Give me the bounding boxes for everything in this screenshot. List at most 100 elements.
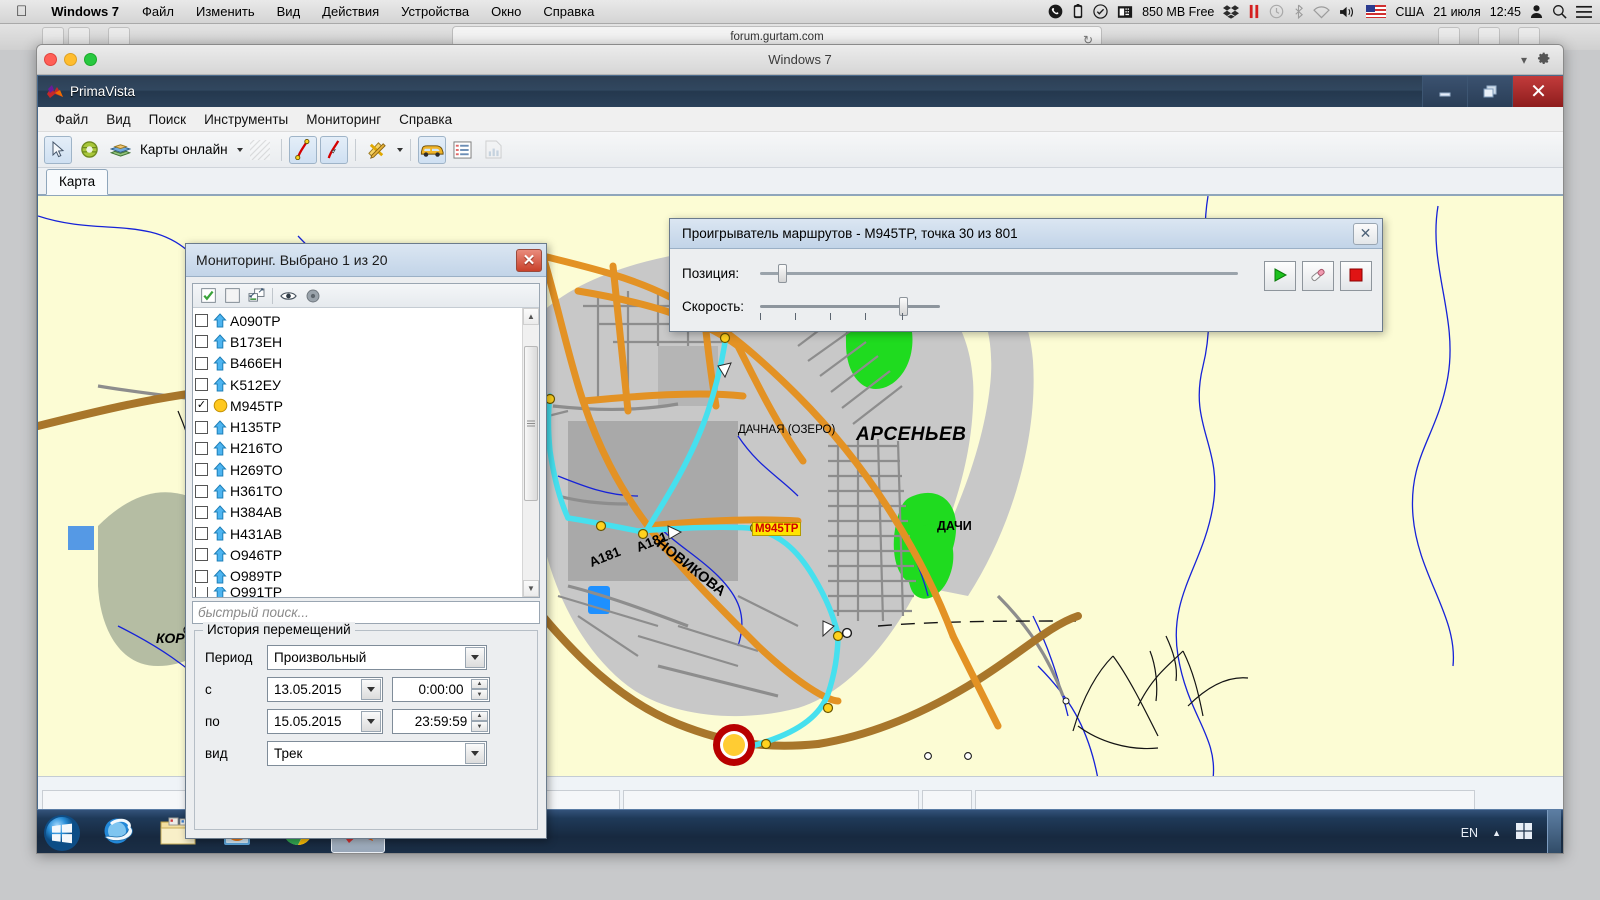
- macos-menu-help[interactable]: Справка: [532, 4, 605, 19]
- bluetooth-icon[interactable]: [1293, 4, 1304, 19]
- chevron-down-icon[interactable]: [465, 647, 485, 668]
- view-combo[interactable]: Трек: [267, 741, 487, 766]
- vehicle-list-item-selected[interactable]: ✓ M945TP: [195, 395, 522, 416]
- monitoring-dialog[interactable]: Мониторинг. Выбрано 1 из 20 ✕: [185, 243, 547, 839]
- macos-menu-devices[interactable]: Устройства: [390, 4, 480, 19]
- flag-us-icon[interactable]: [1366, 5, 1386, 18]
- circle-gray-icon[interactable]: [304, 288, 321, 303]
- time-label[interactable]: 12:45: [1490, 5, 1521, 19]
- vehicle-list-item[interactable]: O946TP: [195, 544, 522, 565]
- quick-search-input[interactable]: быстрый поиск...: [192, 601, 540, 624]
- vehicle-list-item[interactable]: B173EH: [195, 331, 522, 352]
- from-date-picker[interactable]: 13.05.2015: [267, 677, 383, 702]
- chevron-up-icon[interactable]: ▲: [1492, 828, 1501, 838]
- play-button[interactable]: [1264, 261, 1296, 291]
- speed-slider[interactable]: [760, 305, 940, 308]
- vehicle-list-item[interactable]: H269TO: [195, 459, 522, 480]
- vehicle-list-item[interactable]: A090TP: [195, 310, 522, 331]
- chevron-down-icon[interactable]: [465, 743, 485, 764]
- track-red-arrow-icon[interactable]: [320, 136, 348, 164]
- date-label[interactable]: 21 июля: [1433, 5, 1481, 19]
- vehicle-checkbox[interactable]: [195, 506, 208, 519]
- show-desktop-button[interactable]: [1547, 810, 1561, 855]
- collapse-expand-icon[interactable]: [248, 288, 265, 303]
- spin-up-button[interactable]: ▲: [471, 711, 488, 722]
- macos-menu-window[interactable]: Окно: [480, 4, 532, 19]
- scroll-down-button[interactable]: ▼: [523, 580, 539, 597]
- list-report-icon[interactable]: [449, 136, 477, 164]
- clock-icon[interactable]: [1269, 4, 1284, 19]
- app-minimize-button[interactable]: [1422, 76, 1467, 107]
- taskbar-item-internet-explorer[interactable]: [91, 813, 145, 853]
- online-maps-label[interactable]: Карты онлайн: [137, 142, 231, 157]
- chevron-down-icon[interactable]: [397, 148, 403, 152]
- route-player-close-button[interactable]: ✕: [1353, 223, 1378, 245]
- tab-map[interactable]: Карта: [46, 169, 108, 195]
- chevron-down-icon[interactable]: [237, 148, 243, 152]
- monitoring-dialog-titlebar[interactable]: Мониторинг. Выбрано 1 из 20 ✕: [186, 244, 546, 277]
- route-player-titlebar[interactable]: Проигрыватель маршрутов - M945TP, точка …: [670, 219, 1382, 249]
- app-restore-button[interactable]: [1467, 76, 1512, 107]
- car-icon[interactable]: [418, 136, 446, 164]
- app-titlebar[interactable]: PrimaVista ✕: [38, 76, 1564, 107]
- period-combo[interactable]: Произвольный: [267, 645, 487, 670]
- vehicle-checkbox[interactable]: [195, 314, 208, 327]
- vehicle-list-item[interactable]: H216TO: [195, 438, 522, 459]
- vehicle-list-item[interactable]: H431AB: [195, 523, 522, 544]
- volume-icon[interactable]: [1339, 5, 1357, 19]
- menu-search[interactable]: Поиск: [140, 109, 195, 130]
- vehicle-checkbox[interactable]: [195, 357, 208, 370]
- to-time-spinner[interactable]: 23:59:59 ▲ ▼: [392, 709, 490, 734]
- vehicle-list-item[interactable]: O991TP: [195, 587, 522, 597]
- flag-icon[interactable]: [1515, 822, 1533, 843]
- menu-tools[interactable]: Инструменты: [195, 109, 297, 130]
- spin-up-button[interactable]: ▲: [471, 679, 488, 690]
- apple-logo-icon[interactable]: : [0, 4, 39, 19]
- vehicle-checkbox[interactable]: [195, 421, 208, 434]
- vehicle-list-item[interactable]: H135TP: [195, 416, 522, 437]
- chevron-down-icon[interactable]: [361, 711, 381, 732]
- to-date-picker[interactable]: 15.05.2015: [267, 709, 383, 734]
- scrollbar-thumb[interactable]: [524, 346, 538, 501]
- vehicle-list-item[interactable]: H384AB: [195, 502, 522, 523]
- dropbox-icon[interactable]: [1223, 4, 1239, 19]
- scroll-up-button[interactable]: ▲: [523, 308, 539, 325]
- position-slider-thumb[interactable]: [778, 264, 787, 283]
- eye-icon[interactable]: [280, 288, 297, 303]
- map-layers-icon[interactable]: [106, 136, 134, 164]
- vehicle-list-item[interactable]: H361TO: [195, 480, 522, 501]
- from-time-spinner[interactable]: 0:00:00 ▲ ▼: [392, 677, 490, 702]
- menu-view[interactable]: Вид: [97, 109, 139, 130]
- user-icon[interactable]: [1530, 4, 1543, 19]
- vm-titlebar[interactable]: Windows 7 ▾: [37, 45, 1563, 75]
- checkmark-circle-icon[interactable]: [1093, 4, 1108, 19]
- menu-file[interactable]: Файл: [46, 109, 97, 130]
- region-label[interactable]: США: [1395, 5, 1424, 19]
- stop-button[interactable]: [1340, 261, 1372, 291]
- uncheck-all-icon[interactable]: [224, 288, 241, 303]
- vehicle-list-item[interactable]: O989TP: [195, 566, 522, 587]
- vehicle-checkbox[interactable]: [195, 442, 208, 455]
- macos-active-app-name[interactable]: Windows 7: [39, 4, 131, 19]
- search-icon[interactable]: [1552, 4, 1567, 19]
- macos-menu-view[interactable]: Вид: [266, 4, 312, 19]
- macos-menu-edit[interactable]: Изменить: [185, 4, 266, 19]
- ruler-pencil-icon[interactable]: [363, 136, 391, 164]
- wifi-icon[interactable]: [1313, 5, 1330, 19]
- vehicle-list-item[interactable]: B466EH: [195, 353, 522, 374]
- vehicle-checkbox[interactable]: [195, 548, 208, 561]
- erase-button[interactable]: [1302, 261, 1334, 291]
- viber-icon[interactable]: [1048, 4, 1063, 19]
- position-slider[interactable]: [760, 272, 1238, 275]
- menu-monitoring[interactable]: Мониторинг: [297, 109, 390, 130]
- vehicle-checkbox[interactable]: [195, 485, 208, 498]
- tray-language-indicator[interactable]: EN: [1461, 826, 1478, 840]
- app-close-button[interactable]: ✕: [1512, 76, 1564, 107]
- vehicle-checkbox[interactable]: [195, 570, 208, 583]
- globe-icon[interactable]: [75, 136, 103, 164]
- macos-menu-file[interactable]: Файл: [131, 4, 185, 19]
- vehicle-list[interactable]: A090TP B173EH B466EH: [193, 308, 522, 597]
- vehicle-list-scrollbar[interactable]: ▲ ▼: [522, 308, 539, 597]
- list-icon[interactable]: [1576, 5, 1592, 19]
- arrow-cursor-icon[interactable]: [44, 136, 72, 164]
